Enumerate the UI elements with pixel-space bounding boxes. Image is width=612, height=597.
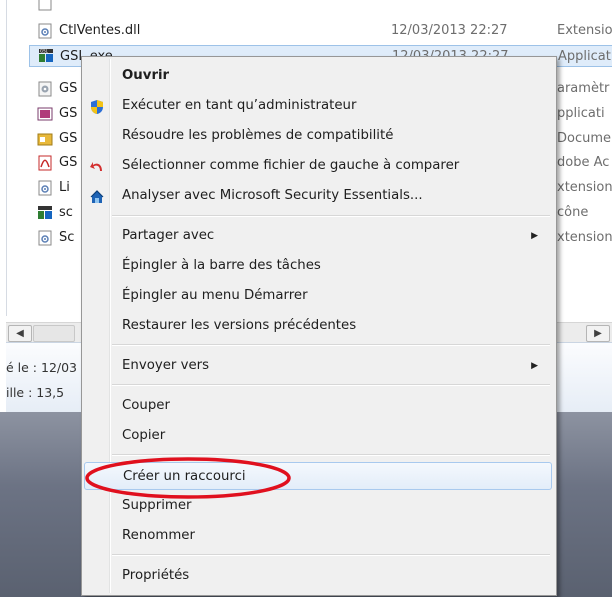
file-type: Applicati bbox=[558, 49, 612, 64]
file-type: Extension bbox=[557, 23, 612, 38]
submenu-arrow-icon: ▶ bbox=[531, 231, 538, 241]
menu-item-label: Créer un raccourci bbox=[123, 469, 246, 484]
menu-item-label: Épingler au menu Démarrer bbox=[122, 288, 308, 303]
menu-item-label: Résoudre les problèmes de compatibilité bbox=[122, 128, 394, 143]
exe-file-icon: GSL bbox=[38, 48, 54, 64]
detail-modified: é le : 12/03 bbox=[6, 360, 78, 375]
menu-item-compare-left[interactable]: Sélectionner comme fichier de gauche à c… bbox=[84, 152, 552, 180]
menu-item-label: Renommer bbox=[122, 528, 195, 543]
file-name: GS bbox=[59, 131, 78, 146]
detail-size: ille : 13,5 bbox=[6, 385, 65, 400]
menu-separator bbox=[112, 454, 550, 456]
pdf-file-icon bbox=[37, 155, 53, 171]
submenu-arrow-icon: ▶ bbox=[531, 361, 538, 371]
dll-file-icon bbox=[37, 180, 53, 196]
menu-item-send-to[interactable]: Envoyer vers ▶ bbox=[84, 352, 552, 380]
compare-arrow-icon bbox=[89, 158, 105, 174]
file-name: GS bbox=[59, 106, 78, 121]
file-type: cône bbox=[557, 205, 589, 220]
menu-item-troubleshoot-compat[interactable]: Résoudre les problèmes de compatibilité bbox=[84, 122, 552, 150]
file-date: 12/03/2013 22:27 bbox=[391, 23, 508, 38]
menu-item-copy[interactable]: Copier bbox=[84, 422, 552, 450]
file-type: aramètr bbox=[557, 81, 610, 96]
file-name: Sc bbox=[59, 230, 75, 245]
menu-item-create-shortcut[interactable]: Créer un raccourci bbox=[84, 462, 552, 490]
menu-item-label: Restaurer les versions précédentes bbox=[122, 318, 357, 333]
menu-item-label: Envoyer vers bbox=[122, 358, 210, 373]
menu-item-ouvrir[interactable]: Ouvrir bbox=[84, 62, 552, 90]
file-row-partial[interactable] bbox=[21, 0, 612, 14]
file-icon bbox=[37, 0, 53, 11]
dll-file-icon bbox=[37, 230, 53, 246]
scroll-right-button[interactable]: ▶ bbox=[586, 325, 610, 342]
exe-file-icon bbox=[37, 205, 53, 221]
file-row[interactable]: CtlVentes.dll 12/03/2013 22:27 Extension bbox=[21, 20, 612, 42]
menu-item-cut[interactable]: Couper bbox=[84, 392, 552, 420]
menu-item-label: Exécuter en tant qu’administrateur bbox=[122, 98, 357, 113]
menu-item-label: Couper bbox=[122, 398, 170, 413]
menu-item-rename[interactable]: Renommer bbox=[84, 522, 552, 550]
menu-item-label: Épingler à la barre des tâches bbox=[122, 258, 321, 273]
dll-file-icon bbox=[37, 23, 53, 39]
menu-item-pin-start[interactable]: Épingler au menu Démarrer bbox=[84, 282, 552, 310]
menu-separator bbox=[112, 215, 550, 217]
scroll-thumb[interactable] bbox=[33, 325, 75, 342]
file-name: sc bbox=[59, 205, 73, 220]
menu-item-label: Ouvrir bbox=[122, 68, 170, 83]
menu-item-label: Sélectionner comme fichier de gauche à c… bbox=[122, 158, 460, 173]
menu-separator bbox=[112, 554, 550, 556]
security-essentials-icon bbox=[89, 188, 105, 204]
file-type: pplicati bbox=[557, 106, 605, 121]
menu-item-label: Partager avec bbox=[122, 228, 215, 243]
file-type: xtension bbox=[557, 230, 612, 245]
menu-item-scan-mse[interactable]: Analyser avec Microsoft Security Essenti… bbox=[84, 182, 552, 210]
menu-item-pin-taskbar[interactable]: Épingler à la barre des tâches bbox=[84, 252, 552, 280]
menu-item-label: Propriétés bbox=[122, 568, 190, 583]
screenshot-stage: CtlVentes.dll 12/03/2013 22:27 Extension… bbox=[0, 0, 612, 597]
file-name: Li bbox=[59, 180, 70, 195]
config-file-icon bbox=[37, 81, 53, 97]
menu-item-run-as-admin[interactable]: Exécuter en tant qu’administrateur bbox=[84, 92, 552, 120]
context-menu: Ouvrir Exécuter en tant qu’administrateu… bbox=[81, 56, 557, 596]
uac-shield-icon bbox=[89, 98, 105, 114]
menu-separator bbox=[112, 344, 550, 346]
menu-item-properties[interactable]: Propriétés bbox=[84, 562, 552, 590]
file-type: xtension bbox=[557, 180, 612, 195]
file-name: GS bbox=[59, 155, 78, 170]
menu-item-label: Copier bbox=[122, 428, 166, 443]
svg-text:GSL: GSL bbox=[40, 49, 49, 54]
scroll-left-button[interactable]: ◀ bbox=[8, 325, 32, 342]
file-type: Documer bbox=[557, 131, 612, 146]
document-file-icon bbox=[37, 131, 53, 147]
menu-item-share-with[interactable]: Partager avec ▶ bbox=[84, 222, 552, 250]
menu-item-label: Analyser avec Microsoft Security Essenti… bbox=[122, 188, 423, 203]
menu-item-delete[interactable]: Supprimer bbox=[84, 492, 552, 520]
file-name: CtlVentes.dll bbox=[59, 23, 141, 38]
file-name: GS bbox=[59, 81, 78, 96]
menu-item-label: Supprimer bbox=[122, 498, 192, 513]
menu-separator bbox=[112, 384, 550, 386]
menu-item-restore-versions[interactable]: Restaurer les versions précédentes bbox=[84, 312, 552, 340]
file-type: dobe Ac bbox=[557, 155, 610, 170]
app-file-icon bbox=[37, 106, 53, 122]
